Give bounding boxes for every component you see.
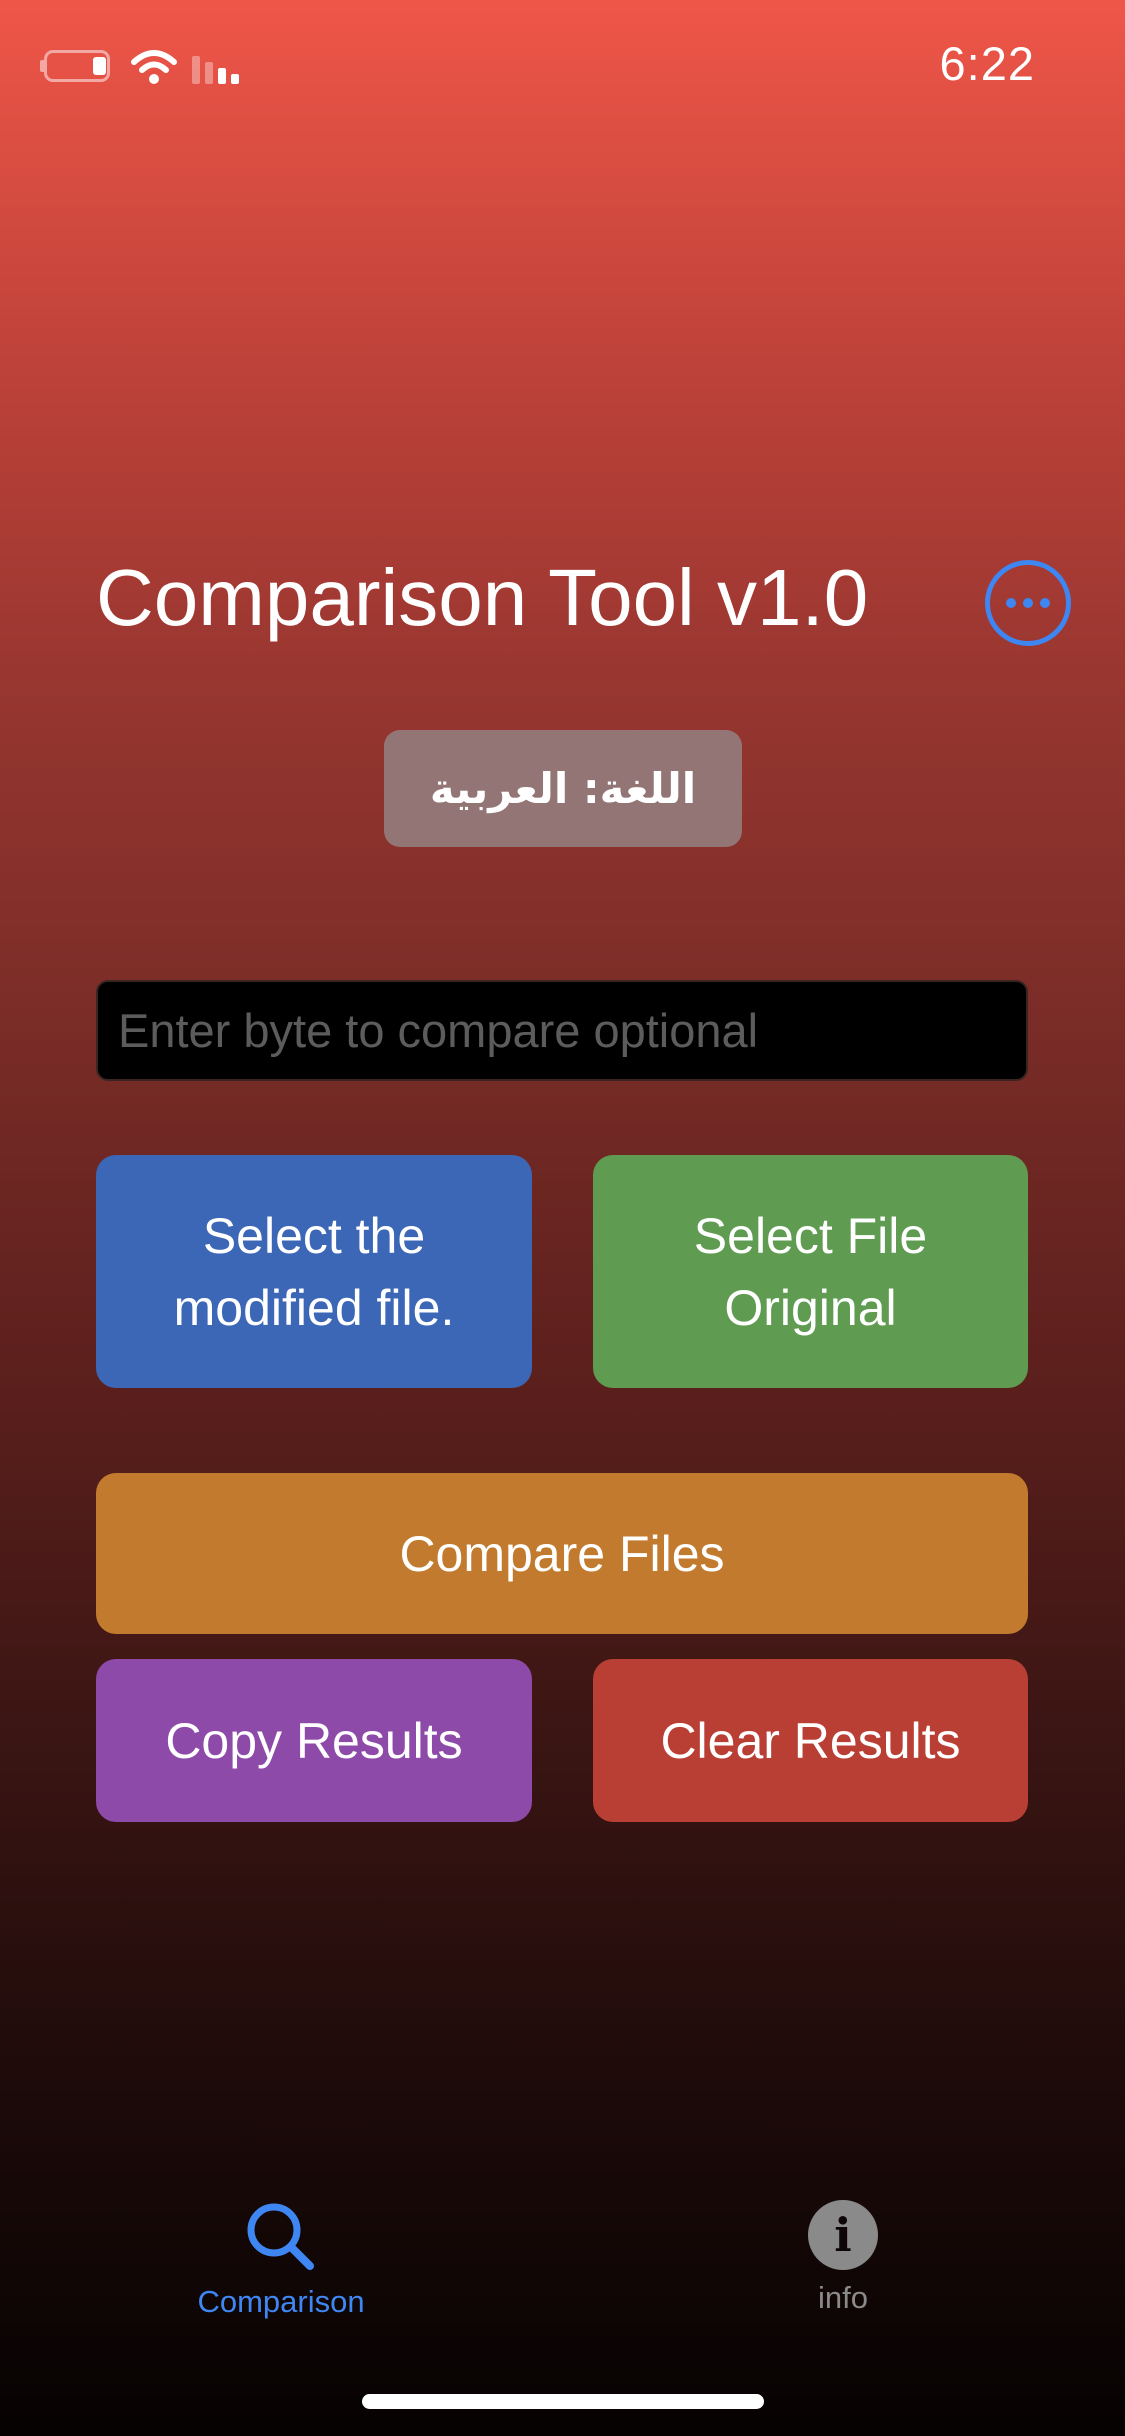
copy-results-button[interactable]: Copy Results: [96, 1659, 532, 1822]
info-circle-icon: i: [808, 2200, 878, 2270]
signal-icon: [192, 56, 239, 84]
clear-results-button[interactable]: Clear Results: [593, 1659, 1028, 1822]
tab-comparison-label: Comparison: [197, 2284, 365, 2319]
select-original-file-button[interactable]: Select File Original: [593, 1155, 1028, 1388]
compare-files-button[interactable]: Compare Files: [96, 1473, 1028, 1634]
ellipsis-dot: [1040, 598, 1050, 608]
tab-comparison[interactable]: Comparison: [131, 2200, 431, 2320]
status-time: 6:22: [939, 37, 1035, 90]
tab-info[interactable]: i info: [693, 2200, 993, 2316]
wifi-icon: [131, 50, 177, 84]
magnifying-glass-icon: [247, 2203, 314, 2270]
home-indicator[interactable]: [362, 2394, 764, 2409]
byte-input[interactable]: [96, 980, 1028, 1081]
page-title: Comparison Tool v1.0: [96, 553, 869, 642]
battery-level: [93, 57, 106, 75]
ellipsis-dot: [1023, 598, 1033, 608]
select-modified-file-button[interactable]: Select the modified file.: [96, 1155, 532, 1388]
ellipsis-dot: [1006, 598, 1016, 608]
language-button[interactable]: اللغة: العربية: [384, 730, 742, 847]
more-options-button[interactable]: [985, 560, 1071, 646]
tab-info-label: info: [818, 2280, 868, 2315]
